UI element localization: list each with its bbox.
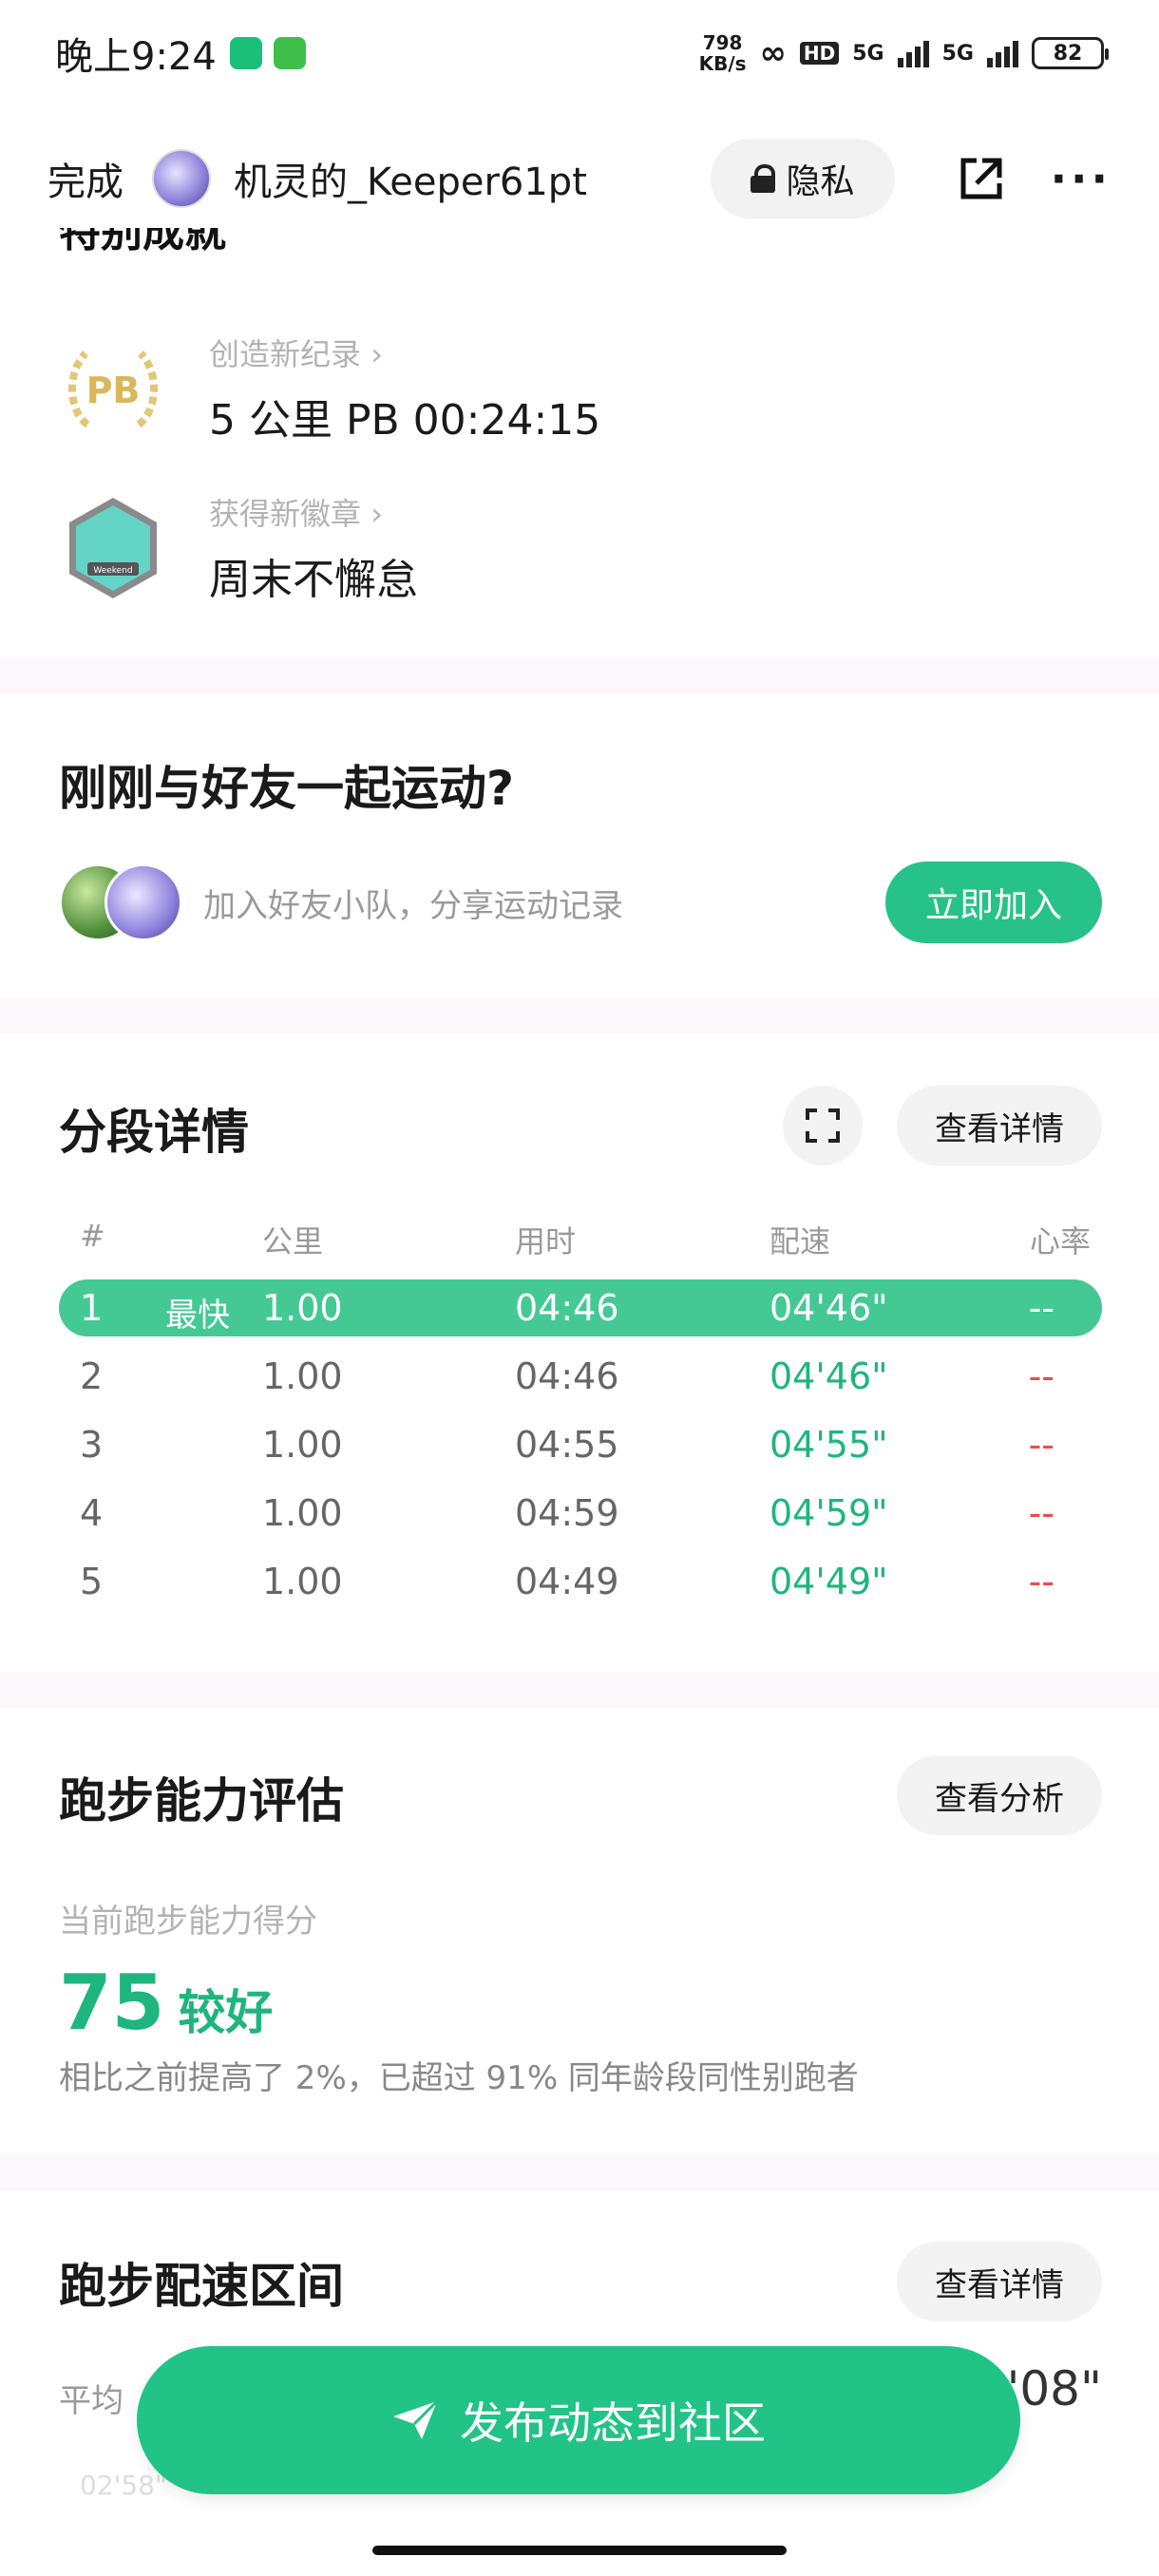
pb-badge-icon: PB: [59, 334, 167, 443]
achievement-sub: 创造新纪录 ›: [209, 336, 383, 372]
done-button[interactable]: 完成: [48, 151, 124, 206]
more-icon[interactable]: ···: [1051, 153, 1112, 204]
splits-detail-button[interactable]: 查看详情: [897, 1086, 1102, 1165]
table-row: 3 1.00 04:55 04'55" --: [80, 1424, 1054, 1466]
friends-title: 刚刚与好友一起运动?: [59, 761, 515, 816]
friend-desc: 加入好友小队，分享运动记录: [203, 886, 623, 925]
join-now-button[interactable]: 立即加入: [885, 862, 1102, 943]
send-icon: [393, 2399, 439, 2439]
privacy-button[interactable]: 隐私: [710, 139, 895, 218]
splits-title: 分段详情: [59, 1105, 249, 1160]
table-row: 5 1.00 04:49 04'49" --: [80, 1561, 1054, 1602]
score-level: 较好: [178, 1985, 274, 2040]
robot-app-icon: [273, 37, 306, 69]
lock-icon: [750, 164, 775, 193]
fastest-tag: 最快: [165, 1297, 230, 1335]
charging-app-icon: [229, 37, 262, 69]
home-indicator[interactable]: [372, 2546, 787, 2555]
analysis-button[interactable]: 查看分析: [897, 1755, 1102, 1835]
friend-avatar: [104, 863, 182, 941]
score-label: 当前跑步能力得分: [59, 1903, 317, 1941]
divider: [0, 2154, 1159, 2190]
top-nav: 完成 机灵的_Keeper61pt 隐私 ···: [0, 123, 1159, 234]
splits-table-header: # 公里 用时 配速 心率: [80, 1218, 1091, 1260]
achievement-badge[interactable]: Weekend 获得新徽章 › 周末不懈怠: [59, 490, 418, 606]
fullscreen-icon[interactable]: [783, 1086, 863, 1165]
achievement-sub: 获得新徽章 ›: [209, 496, 383, 532]
pace-zone-title: 跑步配速区间: [59, 2259, 344, 2314]
score-desc: 相比之前提高了 2%，已超过 91% 同年龄段同性别跑者: [59, 2059, 859, 2097]
score: 75 较好: [59, 1959, 273, 2047]
hd-icon: HD: [799, 42, 840, 65]
divider: [0, 657, 1159, 693]
achievement-main: 周末不懈怠: [209, 556, 418, 604]
username: 机灵的_Keeper61pt: [234, 161, 587, 204]
link-icon: ∞: [759, 34, 787, 72]
weekend-badge-icon: Weekend: [59, 494, 167, 602]
sim2-label: 5G: [941, 41, 974, 66]
divider: [0, 997, 1159, 1033]
signal-icon-2: [987, 39, 1018, 67]
ability-title: 跑步能力评估: [59, 1773, 344, 1828]
avg-value: '08": [1006, 2361, 1102, 2416]
battery-icon: 82: [1032, 37, 1109, 69]
score-value: 75: [59, 1959, 165, 2047]
achievement-pb[interactable]: PB 创造新纪录 › 5 公里 PB 00:24:15: [59, 331, 600, 446]
achievement-main: 5 公里 PB 00:24:15: [209, 396, 601, 445]
section-title-cut: 特别成就: [59, 228, 226, 256]
sim1-label: 5G: [852, 41, 884, 66]
publish-button[interactable]: 发布动态到社区: [137, 2346, 1020, 2494]
publish-label: 发布动态到社区: [460, 2397, 766, 2449]
signal-icon: [897, 39, 929, 67]
table-row: 2 1.00 04:46 04'46" --: [80, 1355, 1054, 1397]
table-row: 1 最快 1.00 04:46 04'46" --: [59, 1279, 1102, 1336]
share-icon[interactable]: [958, 155, 1005, 202]
pace-detail-button[interactable]: 查看详情: [897, 2242, 1102, 2321]
table-row: 4 1.00 04:59 04'59" --: [80, 1492, 1054, 1534]
status-bar: 晚上9:24 798 KB/s ∞ HD 5G 5G 82: [0, 0, 1159, 106]
network-speed: 798 KB/s: [698, 31, 747, 75]
privacy-label: 隐私: [786, 162, 855, 201]
axis-label: 02'58": [80, 2470, 167, 2501]
avatar[interactable]: [152, 149, 211, 208]
svg-text:Weekend: Weekend: [93, 566, 132, 576]
divider: [0, 1672, 1159, 1708]
avg-label: 平均: [59, 2382, 124, 2420]
status-time: 晚上9:24: [55, 35, 217, 79]
svg-text:PB: PB: [86, 369, 141, 411]
friend-invite-row: 加入好友小队，分享运动记录 立即加入: [59, 860, 1102, 945]
